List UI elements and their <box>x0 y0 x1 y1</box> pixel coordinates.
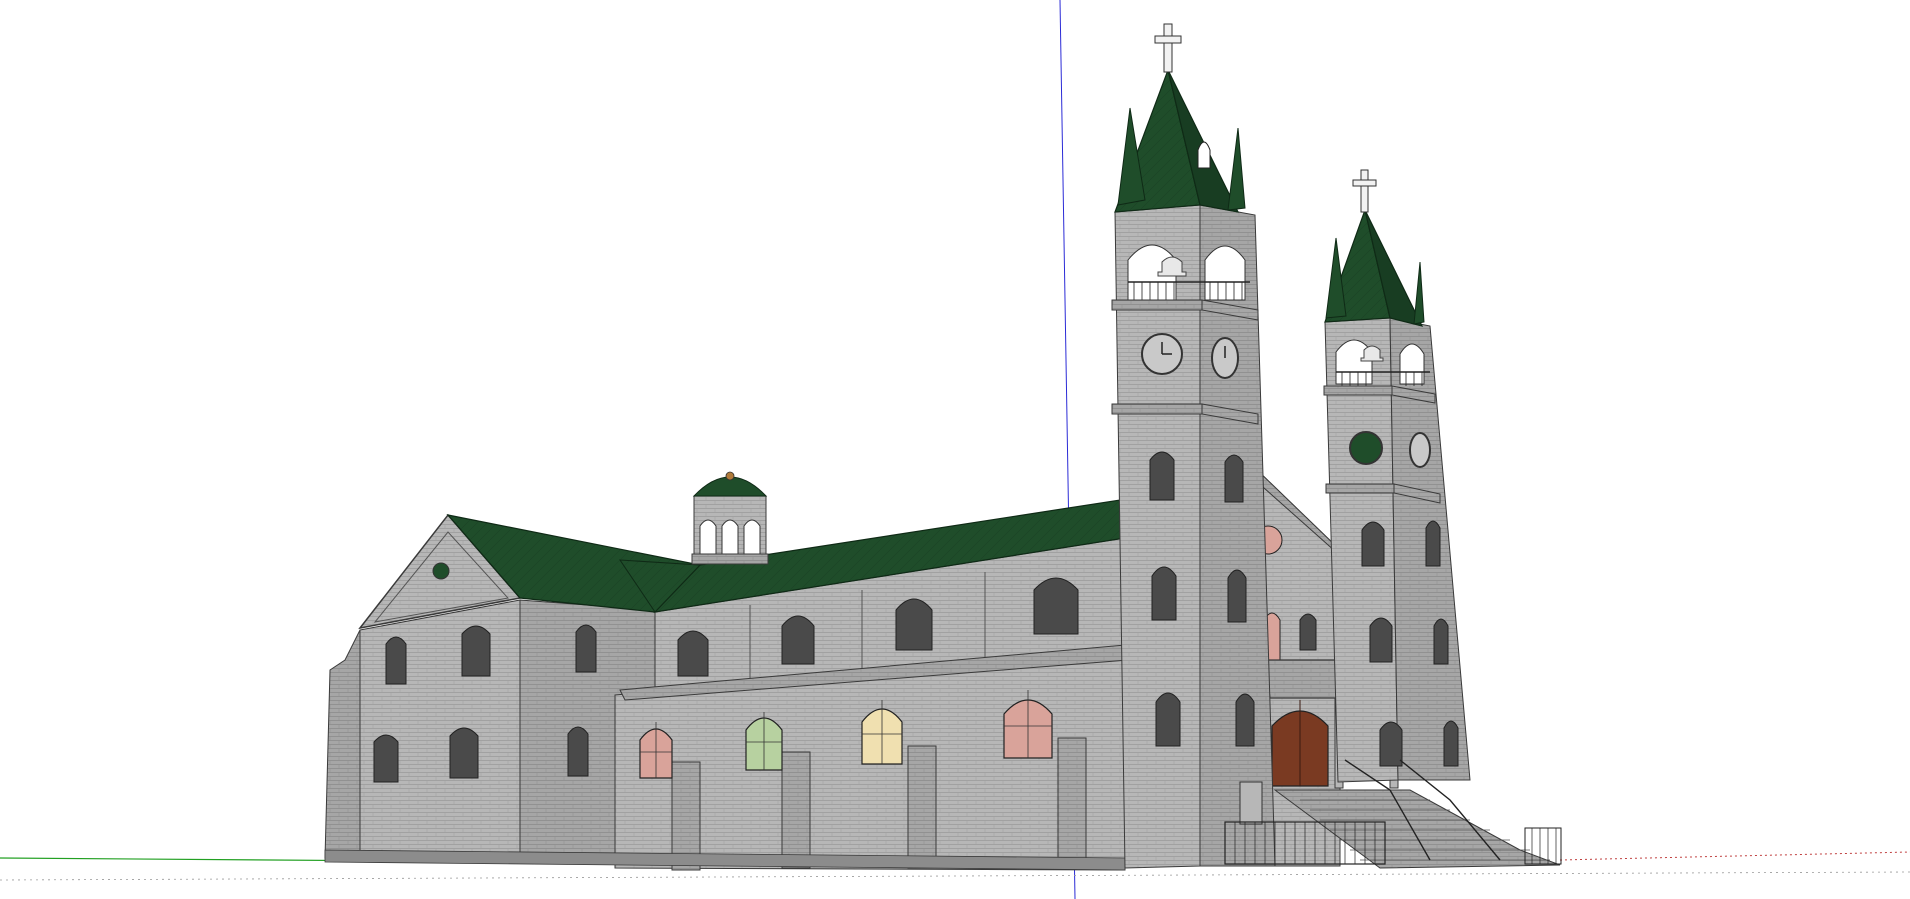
clock-icon <box>1211 337 1239 379</box>
rear-bell-tower <box>1323 169 1471 783</box>
sketchup-viewport[interactable] <box>0 0 1910 899</box>
front-bell-tower <box>1111 23 1276 869</box>
red-axis-dotted <box>1559 851 1910 861</box>
clock-icon <box>1141 333 1183 375</box>
cross-icon <box>1154 23 1182 73</box>
gable-oculus <box>432 562 450 580</box>
ground-dotted <box>0 871 1910 881</box>
cross-icon <box>1352 169 1377 213</box>
cupola <box>691 471 769 565</box>
church-3d-model[interactable] <box>0 0 1910 899</box>
clock-icon <box>1409 432 1431 468</box>
